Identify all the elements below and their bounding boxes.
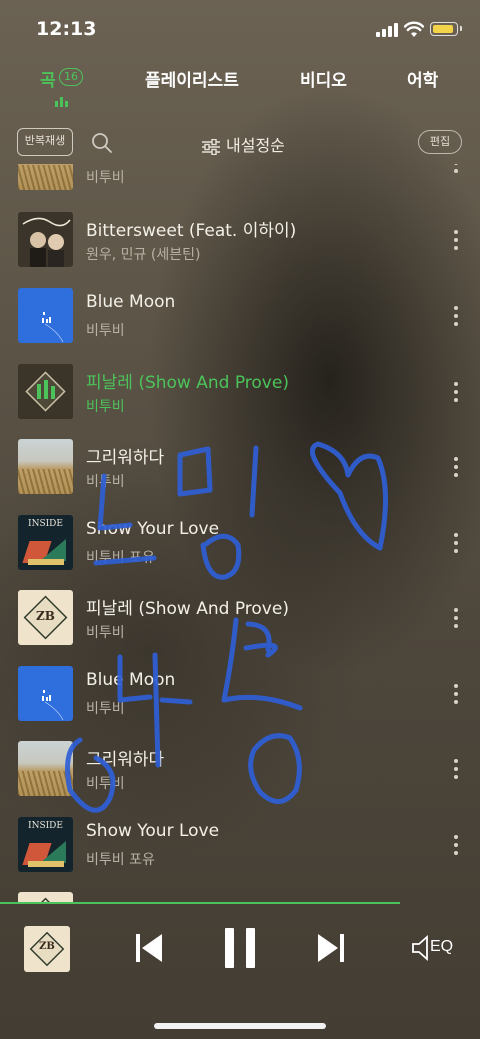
song-artist: 비투비 [86, 701, 125, 717]
song-artist: 비투비 [86, 170, 125, 186]
sort-label: 내설정순 [226, 136, 285, 155]
album-cover [18, 364, 73, 419]
wifi-icon [404, 21, 424, 37]
album-cover: INSIDE [18, 817, 73, 872]
song-artist: 비투비 포유 [86, 852, 155, 868]
song-title: 피날레 (Show And Prove) [86, 599, 289, 619]
song-artist: 비투비 [86, 399, 125, 415]
zb-art-playing [18, 364, 73, 419]
bittersweet-art [18, 212, 73, 267]
song-row[interactable]: 그리워하다 비투비 [0, 741, 480, 817]
album-cover: INSIDE [18, 515, 73, 570]
tab-playlists[interactable]: 플레이리스트 [145, 66, 239, 91]
status-time: 12:13 [36, 18, 97, 40]
song-title: Blue Moon [86, 292, 176, 312]
album-cover [18, 439, 73, 494]
album-cover [18, 666, 73, 721]
more-options-icon[interactable] [454, 457, 458, 477]
mini-player: ZB EQ [0, 904, 480, 1039]
song-artist: 비투비 [86, 625, 125, 641]
song-row[interactable]: 그리워하다 비투비 [0, 439, 480, 515]
pause-icon[interactable] [222, 926, 258, 970]
song-row[interactable]: INSIDE Show Your Love 비투비 포유 [0, 817, 480, 893]
equalizer-button[interactable]: EQ [410, 934, 460, 964]
now-playing-indicator-icon [55, 97, 71, 107]
more-options-icon[interactable] [454, 608, 458, 628]
more-options-icon[interactable] [454, 230, 458, 250]
now-playing-cover[interactable]: ZB [24, 926, 70, 972]
search-icon[interactable] [91, 132, 113, 154]
song-row[interactable]: 비투비 [0, 164, 480, 211]
tab-songs[interactable]: 곡 [40, 66, 56, 91]
more-options-icon[interactable] [454, 382, 458, 402]
song-title: 피날레 (Show And Prove) [86, 373, 289, 393]
song-title: Blue Moon [86, 670, 176, 690]
list-toolbar: 반복재생 내설정순 편집 [0, 120, 480, 164]
album-text: ZB [36, 609, 55, 623]
album-cover [18, 288, 73, 343]
song-artist: 비투비 [86, 474, 125, 490]
cellular-signal-icon [376, 23, 398, 37]
tab-videos[interactable]: 비디오 [300, 66, 347, 91]
previous-track-icon[interactable] [134, 930, 164, 966]
song-row[interactable]: INSIDE Show Your Love 비투비 포유 [0, 515, 480, 591]
home-indicator [154, 1023, 326, 1029]
album-text: INSIDE [28, 519, 63, 529]
song-title: 그리워하다 [86, 750, 165, 770]
song-list: 비투비 Bittersweet (Feat. 이하이) 원우, 민규 (세븐틴) [0, 164, 480, 904]
album-cover [18, 212, 73, 267]
album-cover: ZB [18, 590, 73, 645]
song-artist: 비투비 포유 [86, 550, 155, 566]
song-artist: 비투비 [86, 776, 125, 792]
more-options-icon[interactable] [454, 306, 458, 326]
song-row[interactable]: Blue Moon 비투비 [0, 666, 480, 742]
edit-button[interactable]: 편집 [418, 130, 462, 154]
tab-language[interactable]: 어학 [407, 66, 438, 91]
more-options-icon[interactable] [454, 164, 458, 173]
song-title: 그리워하다 [86, 448, 165, 468]
song-row-now-playing[interactable]: 피날레 (Show And Prove) 비투비 [0, 364, 480, 440]
song-title: Show Your Love [86, 821, 220, 841]
song-title: Show Your Love [86, 519, 220, 539]
song-row[interactable]: ZB 피날레 (Show And Prove) 비투비 [0, 590, 480, 666]
eq-label: EQ [430, 938, 454, 955]
song-row[interactable]: Blue Moon 비투비 [0, 288, 480, 364]
song-artist: 원우, 민규 (세븐틴) [86, 247, 201, 263]
song-count-badge: 16 [59, 68, 83, 86]
status-bar: 12:13 [0, 0, 480, 58]
sort-filter-icon [202, 138, 220, 155]
battery-icon [430, 22, 462, 36]
song-artist: 비투비 [86, 323, 125, 339]
song-row[interactable]: Bittersweet (Feat. 이하이) 원우, 민규 (세븐틴) [0, 212, 480, 288]
blue-moon-art [42, 690, 64, 721]
more-options-icon[interactable] [454, 684, 458, 704]
album-cover [18, 164, 73, 190]
album-cover [18, 741, 73, 796]
more-options-icon[interactable] [454, 759, 458, 779]
album-text: INSIDE [28, 821, 63, 831]
sort-button[interactable]: 내설정순 [202, 132, 285, 155]
repeat-play-button[interactable]: 반복재생 [17, 128, 73, 156]
more-options-icon[interactable] [454, 835, 458, 855]
album-text: ZB [39, 941, 55, 952]
more-options-icon[interactable] [454, 533, 458, 553]
song-title: Bittersweet (Feat. 이하이) [86, 221, 297, 241]
speaker-icon [412, 935, 428, 961]
blue-moon-art [42, 312, 64, 343]
next-track-icon[interactable] [316, 930, 346, 966]
